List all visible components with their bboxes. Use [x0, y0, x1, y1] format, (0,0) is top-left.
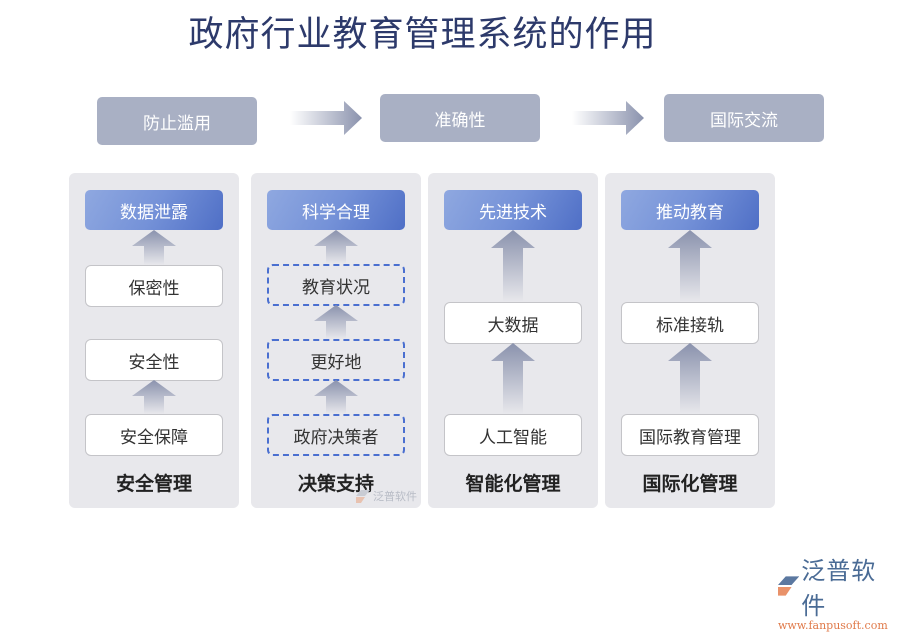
node: 保密性 — [85, 265, 223, 307]
column-label: 智能化管理 — [465, 473, 561, 495]
column-top-box: 推动教育 — [621, 190, 759, 230]
column-decision-support: 科学合理 教育状况 更好地 政府决策者 决策支持 — [251, 173, 421, 508]
brand-name: 泛普软件 — [801, 557, 877, 620]
up-arrow-icon — [132, 230, 176, 265]
flow-step-prevent-abuse: 防止滥用 — [97, 97, 257, 145]
up-arrow-icon — [314, 230, 358, 264]
node: 政府决策者 — [267, 414, 405, 456]
up-arrow-icon — [668, 343, 712, 414]
node: 安全性 — [85, 339, 223, 381]
column-top-box: 数据泄露 — [85, 190, 223, 230]
column-label: 国际化管理 — [642, 473, 738, 495]
up-arrow-icon — [668, 230, 712, 302]
node: 大数据 — [444, 302, 582, 344]
node: 安全保障 — [85, 414, 223, 456]
column-intelligent-management: 先进技术 大数据 人工智能 智能化管理 — [428, 173, 598, 508]
flow-step-accuracy: 准确性 — [380, 94, 540, 142]
brand-url: www.fanpusoft.com — [778, 619, 888, 632]
up-arrow-icon — [132, 380, 176, 414]
brand-logo: 泛普软件 www.fanpusoft.com — [778, 551, 898, 632]
right-arrow-icon — [290, 101, 362, 135]
watermark-text: 泛普软件 — [373, 490, 417, 503]
right-arrow-icon — [572, 101, 644, 135]
watermark: 泛普软件 — [356, 488, 417, 504]
node: 标准接轨 — [621, 302, 759, 344]
up-arrow-icon — [491, 343, 535, 414]
node: 人工智能 — [444, 414, 582, 456]
fanpu-logo-icon — [778, 576, 800, 596]
column-top-box: 先进技术 — [444, 190, 582, 230]
column-label: 安全管理 — [115, 473, 192, 495]
column-security-management: 数据泄露 保密性 安全性 安全保障 安全管理 — [69, 173, 239, 508]
column-international-management: 推动教育 标准接轨 国际教育管理 国际化管理 — [605, 173, 775, 508]
fanpu-logo-icon — [356, 489, 370, 503]
up-arrow-icon — [314, 380, 358, 414]
node: 国际教育管理 — [621, 414, 759, 456]
column-top-box: 科学合理 — [267, 190, 405, 230]
node: 教育状况 — [267, 264, 405, 306]
page-title: 政府行业教育管理系统的作用 — [188, 15, 657, 55]
flow-step-international-exchange: 国际交流 — [664, 94, 824, 142]
node: 更好地 — [267, 339, 405, 381]
up-arrow-icon — [314, 305, 358, 339]
up-arrow-icon — [491, 230, 535, 302]
